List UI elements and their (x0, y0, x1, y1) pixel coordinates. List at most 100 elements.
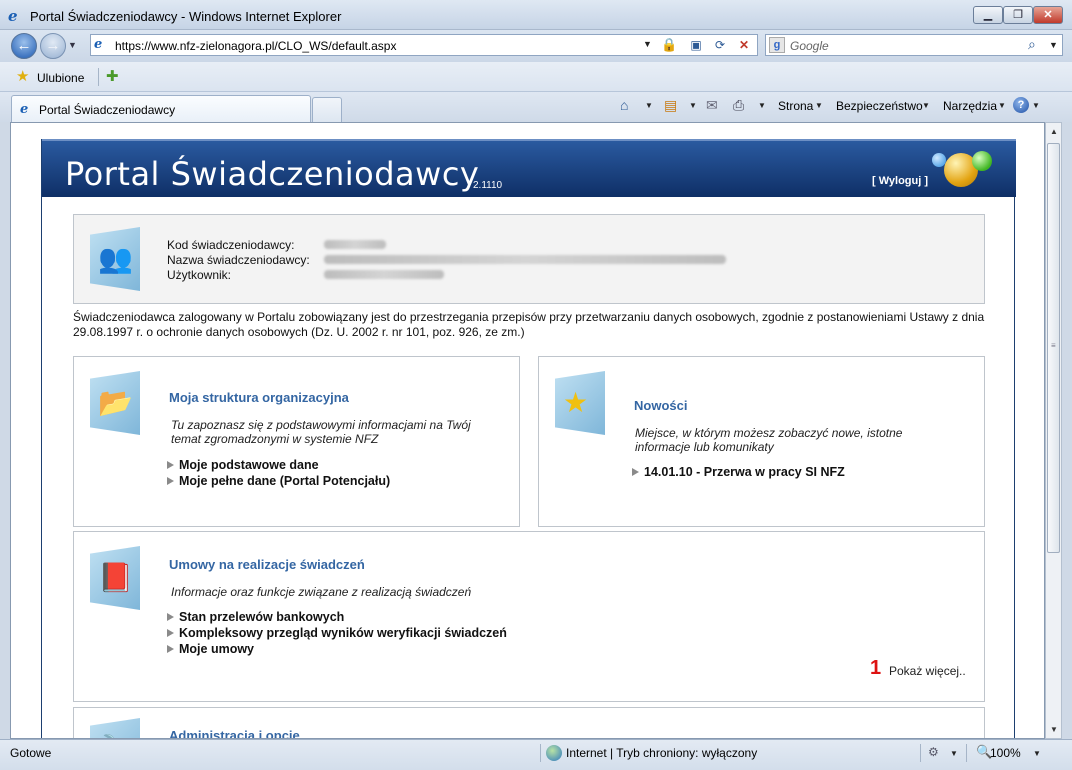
feeds-dropdown-icon[interactable]: ▼ (689, 101, 697, 110)
refresh-icon[interactable]: ⟳ (711, 37, 729, 53)
show-more-link[interactable]: Pokaż więcej.. (889, 664, 966, 678)
page-menu-chevron-icon[interactable]: ▼ (815, 101, 823, 110)
page-viewport: Portal Świadczeniodawcy 2.1110 [ Wyloguj… (10, 122, 1045, 739)
safety-menu-chevron-icon[interactable]: ▼ (922, 101, 930, 110)
status-bar: Gotowe Internet | Tryb chroniony: wyłącz… (0, 739, 1072, 770)
help-dropdown-icon[interactable]: ▼ (1032, 101, 1040, 110)
structure-folder-icon: 📂 (90, 371, 140, 435)
address-toolbar: ← → ▼ e https://www.nfz-zielonagora.pl/C… (0, 30, 1072, 62)
tab-portal[interactable]: e Portal Świadczeniodawcy (11, 95, 311, 122)
admin-tools-icon: 🔧 (90, 718, 140, 738)
structure-title[interactable]: Moja struktura organizacyjna (169, 390, 349, 405)
admin-panel: 🔧 Administracja i opcje (73, 707, 985, 738)
ie-logo-icon: e (8, 7, 18, 25)
portal-logo (926, 149, 1006, 193)
logout-link[interactable]: [ Wyloguj ] (872, 175, 928, 187)
provider-info-box: 👥 Kod świadczeniodawcy: Nazwa świadczeni… (73, 214, 985, 304)
address-dropdown-icon[interactable]: ▼ (643, 39, 652, 49)
favorites-star-icon[interactable]: ★ (16, 69, 29, 85)
status-divider (540, 744, 541, 762)
admin-title[interactable]: Administracja i opcje (169, 728, 300, 738)
news-star-icon: ★ (555, 371, 605, 435)
help-icon[interactable]: ? (1013, 97, 1029, 113)
full-data-link[interactable]: Moje pełne dane (Portal Potencjału) (167, 474, 390, 488)
news-title[interactable]: Nowości (634, 398, 687, 413)
contracts-title[interactable]: Umowy na realizacje świadczeń (169, 557, 365, 572)
redacted-user-name (324, 270, 444, 279)
lock-icon[interactable]: 🔒 (661, 37, 677, 53)
zoom-level[interactable]: 100% (990, 746, 1021, 760)
minimize-button[interactable]: ▁ (973, 6, 1003, 24)
tools-menu[interactable]: Narzędzia (943, 99, 997, 113)
page-icon: e (94, 37, 103, 52)
portal-container: Portal Świadczeniodawcy 2.1110 [ Wyloguj… (41, 139, 1016, 738)
maximize-button[interactable]: ❐ (1003, 6, 1033, 24)
structure-panel: 📂 Moja struktura organizacyjna Tu zapozn… (73, 356, 520, 527)
verification-results-link[interactable]: Kompleksowy przegląd wyników weryfikacji… (167, 626, 507, 640)
feeds-icon[interactable]: ▤ (664, 97, 677, 114)
compatibility-view-icon[interactable]: ▣ (687, 37, 705, 53)
protected-mode-icon[interactable]: ⚙ (928, 745, 939, 759)
tools-menu-chevron-icon[interactable]: ▼ (998, 101, 1006, 110)
search-box[interactable]: g Google ⌕ ▼ (765, 34, 1063, 56)
structure-desc-line1: Tu zapoznasz się z podstawowymi informac… (171, 418, 471, 432)
search-options-dropdown-icon[interactable]: ▼ (1049, 40, 1058, 50)
read-mail-icon[interactable]: ✉ (706, 97, 718, 114)
scroll-down-icon[interactable]: ▼ (1050, 725, 1058, 734)
toolbar-divider (98, 68, 99, 86)
bank-transfers-link[interactable]: Stan przelewów bankowych (167, 610, 344, 624)
print-dropdown-icon[interactable]: ▼ (758, 101, 766, 110)
scroll-grip-icon: ≡ (1051, 341, 1056, 350)
new-tab-button[interactable] (312, 97, 342, 122)
protected-mode-dropdown-icon[interactable]: ▼ (950, 749, 958, 758)
portal-title: Portal Świadczeniodawcy (65, 155, 480, 193)
safety-menu[interactable]: Bezpieczeństwo (836, 99, 923, 113)
privacy-notice: Świadczeniodawca zalogowany w Portalu zo… (73, 310, 985, 339)
provider-name-label: Nazwa świadczeniodawcy: (167, 253, 310, 267)
users-icon: 👥 (90, 227, 140, 291)
forward-button[interactable]: → (40, 33, 66, 59)
contracts-desc: Informacje oraz funkcje związane z reali… (171, 585, 472, 599)
favorites-button[interactable]: Ulubione (37, 71, 84, 85)
recent-pages-dropdown[interactable]: ▼ (68, 40, 77, 50)
home-dropdown-icon[interactable]: ▼ (645, 101, 653, 110)
url-text[interactable]: https://www.nfz-zielonagora.pl/CLO_WS/de… (115, 39, 396, 53)
zoom-dropdown-icon[interactable]: ▼ (1033, 749, 1041, 758)
stop-icon[interactable]: ✕ (735, 37, 753, 53)
window-title: Portal Świadczeniodawcy - Windows Intern… (30, 9, 342, 24)
status-divider (966, 744, 967, 762)
add-to-favorites-icon[interactable]: ✚ (106, 69, 119, 85)
news-panel: ★ Nowości Miejsce, w którym możesz zobac… (538, 356, 985, 527)
search-placeholder[interactable]: Google (790, 39, 829, 53)
logo-green-ball (972, 151, 992, 171)
redacted-provider-name (324, 255, 726, 264)
basic-data-link[interactable]: Moje podstawowe dane (167, 458, 319, 472)
news-item-link[interactable]: 14.01.10 - Przerwa w pracy SI NFZ (632, 465, 845, 479)
portal-header: Portal Świadczeniodawcy 2.1110 [ Wyloguj… (42, 139, 1016, 197)
security-zone-text[interactable]: Internet | Tryb chroniony: wyłączony (566, 746, 757, 760)
home-icon[interactable]: ⌂ (620, 97, 628, 113)
internet-zone-icon (546, 745, 562, 761)
back-button[interactable]: ← (11, 33, 37, 59)
window-titlebar: e Portal Świadczeniodawcy - Windows Inte… (0, 0, 1072, 30)
status-divider (920, 744, 921, 762)
scroll-up-icon[interactable]: ▲ (1050, 127, 1058, 136)
tab-page-icon: e (20, 102, 29, 117)
provider-code-label: Kod świadczeniodawcy: (167, 238, 295, 252)
scroll-thumb[interactable]: ≡ (1047, 143, 1060, 553)
tab-label: Portal Świadczeniodawcy (39, 103, 176, 117)
search-icon[interactable]: ⌕ (1028, 36, 1036, 53)
user-label: Użytkownik: (167, 268, 232, 282)
print-icon[interactable]: ⎙ (733, 97, 744, 114)
address-field[interactable]: e https://www.nfz-zielonagora.pl/CLO_WS/… (90, 34, 758, 56)
redacted-provider-code (324, 240, 386, 249)
page-menu[interactable]: Strona (778, 99, 813, 113)
vertical-scrollbar[interactable]: ▲ ≡ ▼ (1045, 122, 1062, 739)
google-icon: g (769, 37, 785, 53)
my-contracts-link[interactable]: Moje umowy (167, 642, 254, 656)
close-button[interactable]: ✕ (1033, 6, 1063, 24)
status-text: Gotowe (10, 746, 52, 760)
news-desc-line1: Miejsce, w którym możesz zobaczyć nowe, … (635, 426, 903, 440)
structure-desc-line2: temat zgromadzonymi w systemie NFZ (171, 432, 379, 446)
contracts-book-icon: 📕 (90, 546, 140, 610)
